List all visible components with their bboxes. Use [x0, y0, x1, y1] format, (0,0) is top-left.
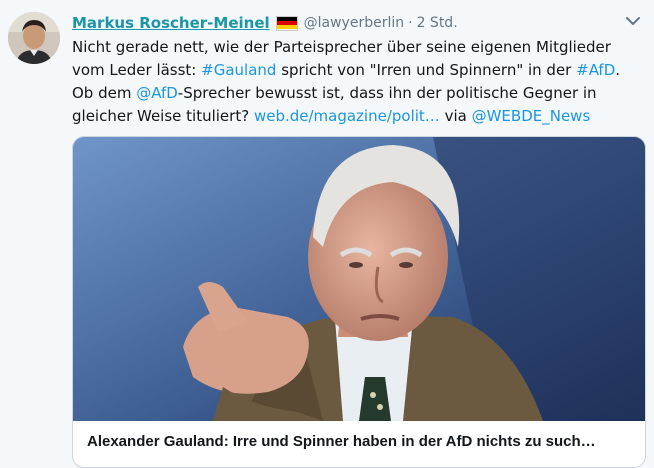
- avatar-photo: [8, 12, 60, 64]
- avatar[interactable]: [8, 12, 60, 64]
- mention-webde-news[interactable]: @WEBDE_News: [472, 107, 591, 125]
- germany-flag-icon: [275, 15, 298, 31]
- tweet-text-part: via: [439, 107, 472, 125]
- card-image: [73, 137, 645, 421]
- article-link[interactable]: web.de/magazine/polit…: [254, 107, 440, 125]
- link-preview-card[interactable]: Alexander Gauland: Irre und Spinner habe…: [72, 136, 646, 468]
- author-name[interactable]: Markus Roscher-Meinel: [72, 14, 270, 32]
- tweet: Markus Roscher-Meinel @lawyerberlin · 2 …: [0, 0, 654, 468]
- author-handle[interactable]: @lawyerberlin: [304, 15, 404, 31]
- tweet-time[interactable]: 2 Std.: [417, 15, 458, 31]
- tweet-header: Markus Roscher-Meinel @lawyerberlin · 2 …: [72, 12, 458, 34]
- separator-dot: ·: [408, 15, 413, 31]
- tweet-text: Nicht gerade nett, wie der Parteispreche…: [72, 36, 637, 128]
- chevron-down-icon[interactable]: [624, 14, 642, 28]
- hashtag-gauland[interactable]: #Gauland: [201, 61, 276, 79]
- card-title[interactable]: Alexander Gauland: Irre und Spinner habe…: [87, 433, 635, 450]
- tweet-text-part: spricht von "Irren und Spinnern" in der: [276, 61, 577, 79]
- mention-afd[interactable]: @AfD: [136, 84, 178, 102]
- hashtag-afd[interactable]: #AfD: [576, 61, 615, 79]
